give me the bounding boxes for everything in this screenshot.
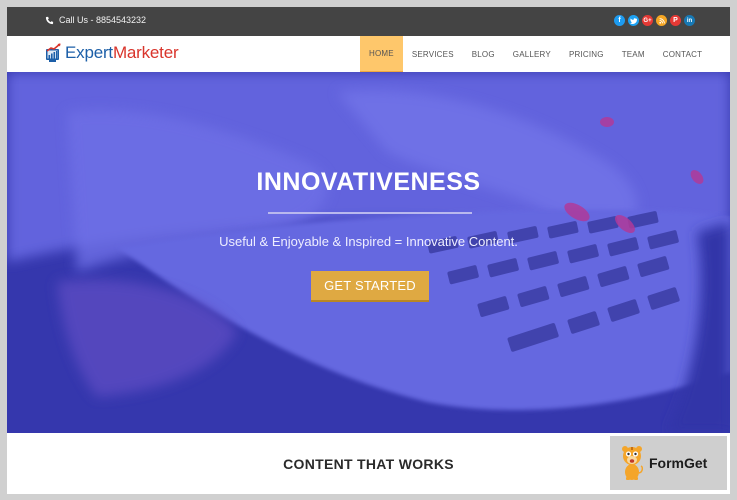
- chart-logo-icon: [46, 43, 61, 62]
- hero-content: INNOVATIVENESS Useful & Enjoyable & Insp…: [7, 72, 730, 433]
- hero-title: INNOVATIVENESS: [256, 168, 481, 196]
- hero-divider: [268, 212, 472, 214]
- phone-icon: [45, 16, 54, 24]
- page-frame: Call Us - 8854543232 f G+ P in ExpertMar…: [7, 7, 730, 494]
- linkedin-icon[interactable]: in: [684, 15, 695, 26]
- facebook-icon[interactable]: f: [614, 15, 625, 26]
- hero-subtitle: Useful & Enjoyable & Inspired = Innovati…: [219, 234, 518, 249]
- pinterest-icon[interactable]: P: [670, 15, 681, 26]
- twitter-icon[interactable]: [628, 15, 639, 26]
- main-nav: HOME SERVICES BLOG GALLERY PRICING TEAM …: [360, 36, 711, 72]
- logo-text-marketer: Marketer: [112, 43, 179, 62]
- nav-item-home[interactable]: HOME: [360, 36, 403, 72]
- logo[interactable]: ExpertMarketer: [45, 43, 179, 63]
- nav-item-services[interactable]: SERVICES: [403, 36, 463, 72]
- google-plus-icon[interactable]: G+: [642, 15, 653, 26]
- formget-label: FormGet: [649, 455, 708, 471]
- nav-item-gallery[interactable]: GALLERY: [504, 36, 560, 72]
- rss-icon[interactable]: [656, 15, 667, 26]
- navbar: ExpertMarketer HOME SERVICES BLOG GALLER…: [7, 36, 730, 72]
- formget-watermark: FormGet: [610, 436, 727, 490]
- logo-text-expert: Expert: [65, 43, 113, 62]
- nav-item-pricing[interactable]: PRICING: [560, 36, 613, 72]
- top-bar: Call Us - 8854543232 f G+ P in: [7, 7, 730, 36]
- get-started-button[interactable]: GET STARTED: [311, 271, 429, 302]
- logo-text: ExpertMarketer: [65, 43, 179, 63]
- call-us-text: Call Us - 8854543232: [59, 15, 147, 25]
- tiger-mascot-icon: [622, 446, 644, 480]
- social-links: f G+ P in: [614, 15, 695, 26]
- nav-item-team[interactable]: TEAM: [613, 36, 654, 72]
- hero-banner: INNOVATIVENESS Useful & Enjoyable & Insp…: [7, 72, 730, 433]
- call-us[interactable]: Call Us - 8854543232: [45, 15, 146, 25]
- nav-item-contact[interactable]: CONTACT: [654, 36, 711, 72]
- nav-item-blog[interactable]: BLOG: [463, 36, 504, 72]
